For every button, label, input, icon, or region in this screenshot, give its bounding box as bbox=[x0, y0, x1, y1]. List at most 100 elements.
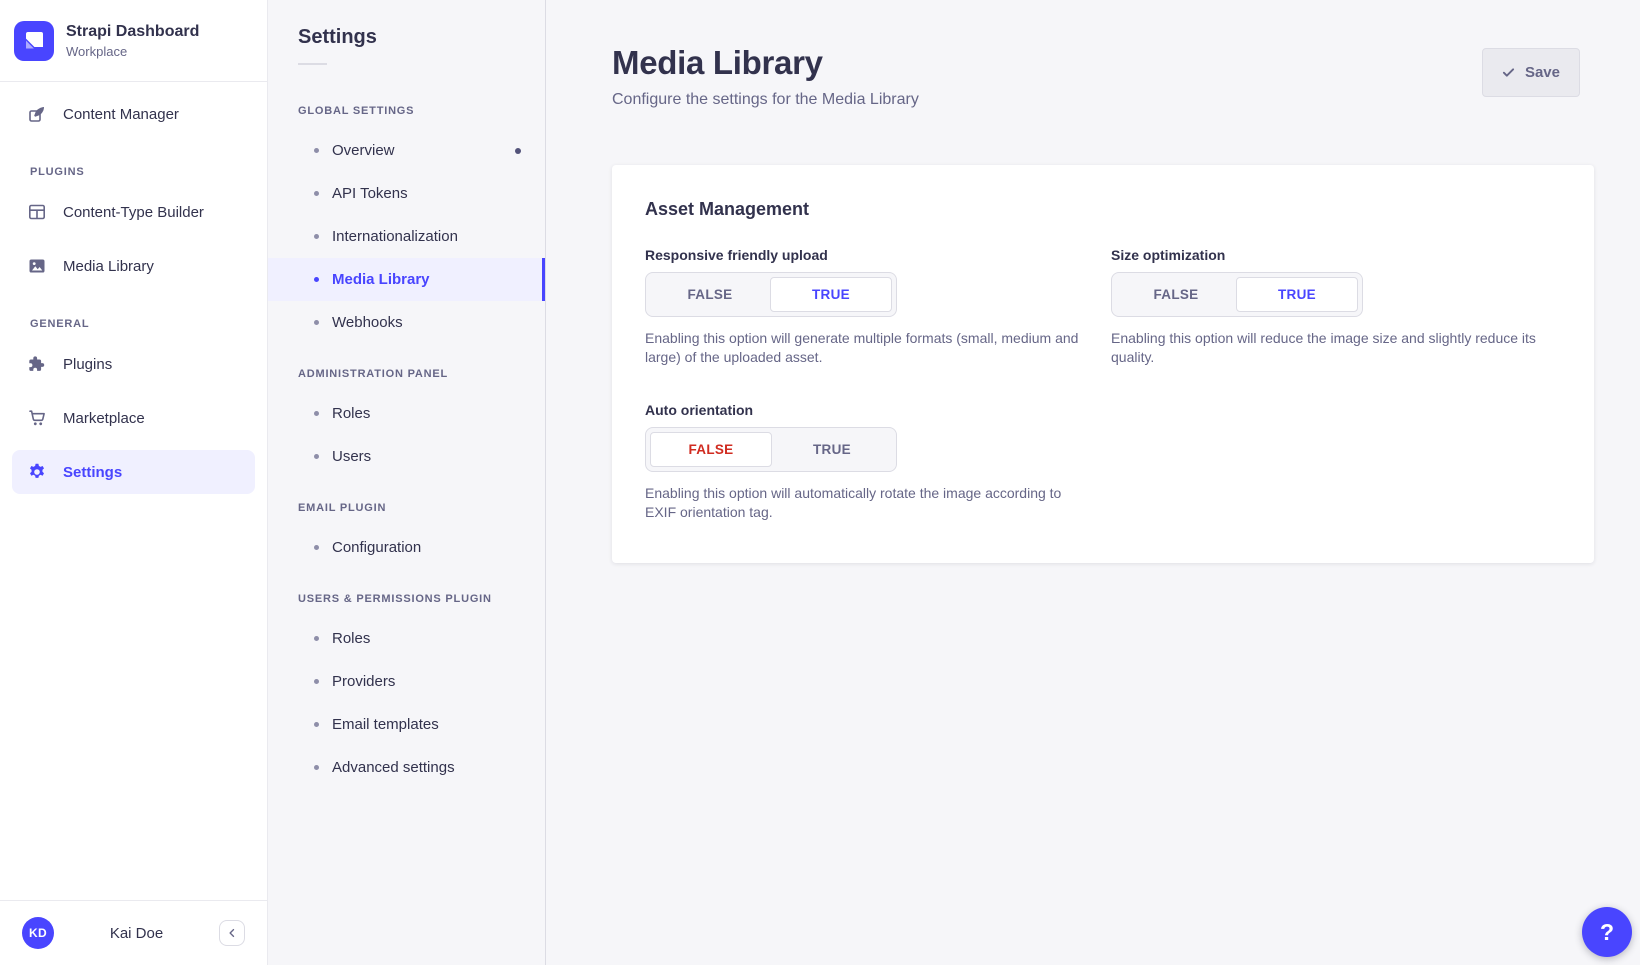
subnav-item-webhooks[interactable]: Webhooks bbox=[268, 301, 545, 344]
subnav-item-label: Users bbox=[332, 448, 371, 465]
subnav-section-header: EMAIL PLUGIN bbox=[298, 502, 545, 514]
subnav-section-header: ADMINISTRATION PANEL bbox=[298, 368, 545, 380]
subnav-item-label: Providers bbox=[332, 673, 395, 690]
toggle-option-false[interactable]: FALSE bbox=[1116, 277, 1236, 312]
subnav-title: Settings bbox=[268, 0, 545, 49]
sidebar-item-label: Content Manager bbox=[63, 106, 179, 123]
page-header-text: Media Library Configure the settings for… bbox=[612, 44, 919, 109]
workspace-label: Workplace bbox=[66, 44, 199, 59]
field-label: Responsive friendly upload bbox=[645, 247, 1095, 263]
subnav-item-label: Media Library bbox=[332, 271, 430, 288]
subnav-sections: GLOBAL SETTINGS Overview API TokensInterna… bbox=[268, 65, 545, 789]
gear-icon bbox=[27, 462, 47, 482]
toggle-option-true[interactable]: TRUE bbox=[1236, 277, 1358, 312]
help-button[interactable]: ? bbox=[1582, 907, 1632, 957]
field-label: Auto orientation bbox=[645, 402, 1095, 418]
sidebar-item-label: Media Library bbox=[63, 258, 154, 275]
subnav-item-label: Roles bbox=[332, 405, 370, 422]
toggle-responsive-friendly-upload[interactable]: FALSETRUE bbox=[645, 272, 897, 317]
subnav-item-label: Webhooks bbox=[332, 314, 403, 331]
strapi-logo-icon bbox=[14, 21, 54, 61]
bullet-icon bbox=[314, 277, 319, 282]
subnav-item-label: Email templates bbox=[332, 716, 439, 733]
puzzle-icon bbox=[27, 354, 47, 374]
bullet-icon bbox=[314, 679, 319, 684]
nav-section-header-plugins: PLUGINS bbox=[30, 166, 267, 178]
page-subtitle: Configure the settings for the Media Lib… bbox=[612, 91, 919, 109]
collapse-sidebar-button[interactable] bbox=[219, 920, 245, 946]
main-nav-sections: Content Manager PLUGINS Content-Type Build… bbox=[0, 82, 267, 900]
subnav-section-email-plugin: EMAIL PLUGIN Configuration bbox=[268, 502, 545, 569]
nav-section-header-general: GENERAL bbox=[30, 318, 267, 330]
toggle-option-true[interactable]: TRUE bbox=[772, 432, 892, 467]
sidebar-item-label: Settings bbox=[63, 464, 122, 481]
bullet-icon bbox=[314, 545, 319, 550]
subnav-item-label: Overview bbox=[332, 142, 395, 159]
sidebar-item-media-library[interactable]: Media Library bbox=[12, 244, 255, 288]
sidebar-item-content-type-builder[interactable]: Content-Type Builder bbox=[12, 190, 255, 234]
settings-subnav: Settings GLOBAL SETTINGS Overview API Toke… bbox=[268, 0, 546, 965]
subnav-item-providers[interactable]: Providers bbox=[268, 660, 545, 703]
layout-icon bbox=[27, 202, 47, 222]
check-icon bbox=[1502, 66, 1515, 79]
question-mark-icon: ? bbox=[1600, 919, 1614, 946]
subnav-item-internationalization[interactable]: Internationalization bbox=[268, 215, 545, 258]
avatar: KD bbox=[22, 917, 54, 949]
panel-title: Asset Management bbox=[645, 199, 1561, 220]
image-icon bbox=[27, 256, 47, 276]
user-row: KD Kai Doe bbox=[0, 900, 267, 965]
subnav-item-media-library[interactable]: Media Library bbox=[268, 258, 545, 301]
field-description: Enabling this option will reduce the ima… bbox=[1111, 329, 1545, 366]
field-label: Size optimization bbox=[1111, 247, 1561, 263]
subnav-section-global-settings: GLOBAL SETTINGS Overview API TokensInterna… bbox=[268, 105, 545, 344]
subnav-item-email-templates[interactable]: Email templates bbox=[268, 703, 545, 746]
bullet-icon bbox=[314, 234, 319, 239]
save-button[interactable]: Save bbox=[1482, 48, 1580, 97]
bullet-icon bbox=[314, 191, 319, 196]
subnav-item-roles[interactable]: Roles bbox=[268, 617, 545, 660]
toggle-option-false[interactable]: FALSE bbox=[650, 432, 772, 467]
toggle-size-optimization[interactable]: FALSETRUE bbox=[1111, 272, 1363, 317]
sidebar-item-content-manager[interactable]: Content Manager bbox=[12, 92, 255, 136]
asset-fields: Responsive friendly uploadFALSETRUEEnabl… bbox=[645, 247, 1561, 521]
sidebar-item-settings[interactable]: Settings bbox=[12, 450, 255, 494]
subnav-item-api-tokens[interactable]: API Tokens bbox=[268, 172, 545, 215]
field-description: Enabling this option will automatically … bbox=[645, 484, 1079, 521]
toggle-auto-orientation[interactable]: FALSETRUE bbox=[645, 427, 897, 472]
field-responsive-friendly-upload: Responsive friendly upload FALSETRUE Enabl… bbox=[645, 247, 1095, 366]
bullet-icon bbox=[314, 320, 319, 325]
cart-icon bbox=[27, 408, 47, 428]
subnav-section-users-permissions-plugin: USERS & PERMISSIONS PLUGIN Roles Providers… bbox=[268, 593, 545, 789]
app-brand-text: Strapi Dashboard Workplace bbox=[66, 22, 199, 58]
app-brand: Strapi Dashboard Workplace bbox=[0, 0, 267, 82]
feather-icon bbox=[27, 104, 47, 124]
app-title: Strapi Dashboard bbox=[66, 22, 199, 41]
subnav-section-header: USERS & PERMISSIONS PLUGIN bbox=[298, 593, 545, 605]
page-title: Media Library bbox=[612, 44, 919, 82]
sidebar-item-plugins[interactable]: Plugins bbox=[12, 342, 255, 386]
toggle-option-false[interactable]: FALSE bbox=[650, 277, 770, 312]
subnav-item-configuration[interactable]: Configuration bbox=[268, 526, 545, 569]
subnav-section-header: GLOBAL SETTINGS bbox=[298, 105, 545, 117]
bullet-icon bbox=[314, 454, 319, 459]
sidebar-item-label: Plugins bbox=[63, 356, 112, 373]
bullet-icon bbox=[314, 148, 319, 153]
sidebar-item-marketplace[interactable]: Marketplace bbox=[12, 396, 255, 440]
subnav-item-label: Roles bbox=[332, 630, 370, 647]
sidebar-item-label: Marketplace bbox=[63, 410, 145, 427]
field-auto-orientation: Auto orientation FALSETRUE Enabling this o… bbox=[645, 402, 1095, 521]
subnav-item-overview[interactable]: Overview bbox=[268, 129, 545, 172]
notification-dot-icon bbox=[515, 148, 521, 154]
bullet-icon bbox=[314, 765, 319, 770]
sidebar-item-label: Content-Type Builder bbox=[63, 204, 204, 221]
subnav-item-roles[interactable]: Roles bbox=[268, 392, 545, 435]
subnav-item-advanced-settings[interactable]: Advanced settings bbox=[268, 746, 545, 789]
app-sidebar: Strapi Dashboard Workplace Content Manag… bbox=[0, 0, 268, 965]
bullet-icon bbox=[314, 636, 319, 641]
toggle-option-true[interactable]: TRUE bbox=[770, 277, 892, 312]
user-name: Kai Doe bbox=[54, 925, 219, 942]
page-header: Media Library Configure the settings for… bbox=[546, 0, 1640, 109]
field-description: Enabling this option will generate multi… bbox=[645, 329, 1079, 366]
subnav-item-users[interactable]: Users bbox=[268, 435, 545, 478]
asset-management-panel: Asset Management Responsive friendly upl… bbox=[612, 165, 1594, 563]
